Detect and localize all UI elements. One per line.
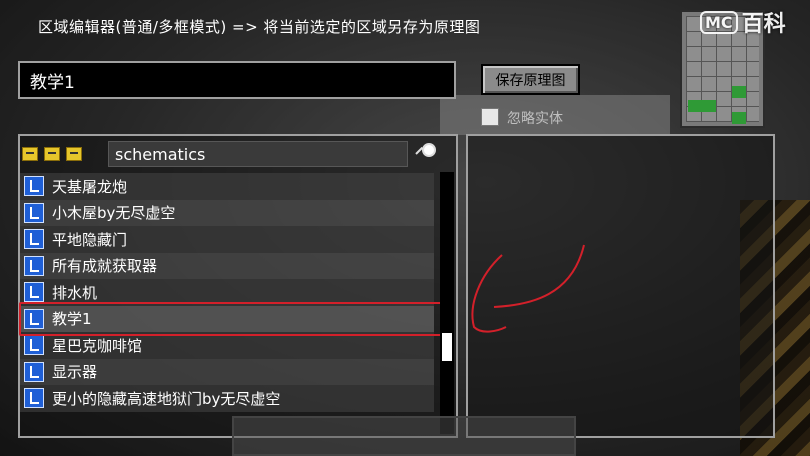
ignore-entities-label: 忽略实体 [507, 111, 563, 127]
file-label: 小木屋by无尽虚空 [52, 204, 176, 223]
annotation-arrow-stroke [493, 244, 585, 308]
schematic-file-list: 天基屠龙炮 小木屋by无尽虚空 平地隐藏门 所有成就获取器 排水机 教学1 星巴… [20, 173, 434, 412]
hotbar [232, 416, 576, 456]
schematic-file-icon [24, 255, 44, 276]
folder-back-icon[interactable] [44, 147, 60, 161]
minimap-cell [732, 112, 746, 124]
schematic-file-icon [24, 361, 44, 382]
schematic-file-icon [24, 176, 44, 197]
schematic-file-icon [24, 282, 44, 303]
file-toolbar [22, 142, 82, 166]
schematic-name-field[interactable] [18, 61, 456, 99]
schematic-file-icon [24, 202, 44, 223]
file-label: 排水机 [52, 283, 98, 302]
file-row[interactable]: 排水机 [20, 279, 434, 306]
file-label: 平地隐藏门 [52, 230, 128, 249]
file-row[interactable]: 天基屠龙炮 [20, 173, 434, 200]
directory-input[interactable] [109, 142, 407, 166]
file-label: 更小的隐藏高速地狱门by无尽虚空 [52, 389, 281, 408]
file-row[interactable]: 平地隐藏门 [20, 226, 434, 253]
minimap-cell [702, 100, 716, 112]
folder-up-icon[interactable] [22, 147, 38, 161]
watermark: MC 百科 [700, 6, 786, 38]
save-schematic-button[interactable]: 保存原理图 [481, 64, 580, 95]
search-magnifier-icon[interactable] [414, 142, 436, 164]
schematic-name-input[interactable] [20, 63, 454, 97]
schematic-file-icon [24, 308, 44, 329]
schematic-file-icon [24, 335, 44, 356]
file-label: 天基屠龙炮 [52, 177, 128, 196]
file-row[interactable]: 星巴克咖啡馆 [20, 332, 434, 359]
minimap-cell [732, 86, 746, 98]
file-row[interactable]: 更小的隐藏高速地狱门by无尽虚空 [20, 385, 434, 412]
schematic-file-icon [24, 388, 44, 409]
minimap-cell [688, 100, 702, 112]
file-label: 所有成就获取器 [52, 257, 158, 276]
file-label: 星巴克咖啡馆 [52, 336, 143, 355]
file-row-selected[interactable]: 教学1 [20, 305, 434, 332]
file-label: 显示器 [52, 363, 98, 382]
file-row[interactable]: 所有成就获取器 [20, 252, 434, 279]
watermark-text: 百科 [741, 12, 786, 37]
schematic-file-icon [24, 229, 44, 250]
annotation-arrow-curve [471, 254, 507, 333]
directory-field[interactable] [108, 141, 408, 167]
folder-new-icon[interactable] [66, 147, 82, 161]
list-scroll-thumb[interactable] [442, 333, 452, 361]
annotation-arrow [471, 244, 585, 333]
list-scrollbar[interactable] [440, 172, 454, 434]
ignore-entities-checkbox[interactable] [481, 108, 499, 126]
watermark-badge: MC [700, 11, 738, 34]
file-row[interactable]: 显示器 [20, 358, 434, 385]
file-row[interactable]: 小木屋by无尽虚空 [20, 199, 434, 226]
file-label: 教学1 [52, 310, 92, 329]
window-title: 区域编辑器(普通/多框模式) => 将当前选定的区域另存为原理图 [38, 18, 481, 36]
